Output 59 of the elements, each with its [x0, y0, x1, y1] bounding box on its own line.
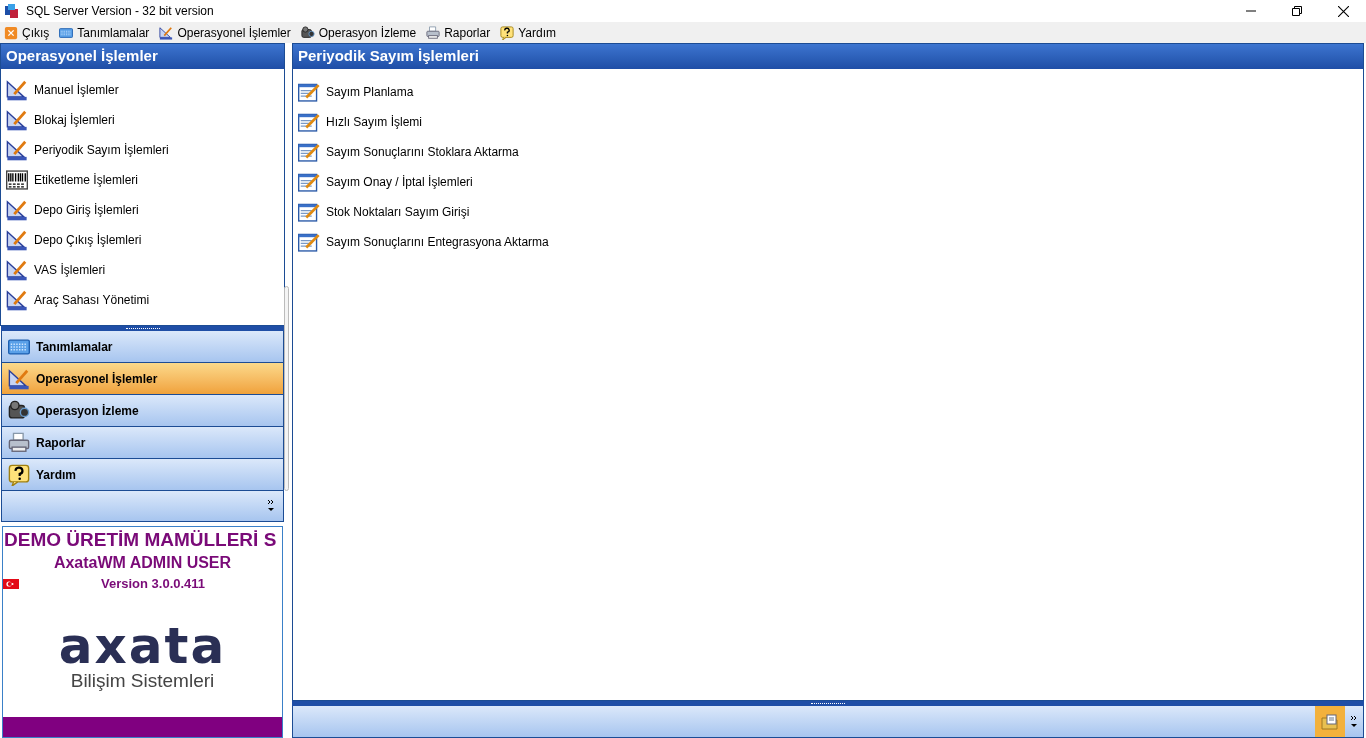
menu-item[interactable]: Tanımlamalar [59, 23, 150, 42]
chevron-icon [1350, 714, 1358, 729]
logo-subtitle: Bilişim Sistemleri [70, 669, 215, 693]
nav-button[interactable]: Operasyonel İşlemler [2, 363, 283, 395]
keyboard-icon [59, 25, 74, 40]
menu-item[interactable]: Yardım [500, 23, 556, 42]
task-link[interactable]: Sayım Sonuçlarını Entegrasyona Aktarma [298, 231, 1363, 253]
task-link[interactable]: Manuel İşlemler [6, 79, 284, 101]
menu-item[interactable]: Çıkış [4, 23, 50, 42]
nav-button[interactable]: Yardım [2, 459, 283, 491]
company-logo: axata [58, 623, 227, 669]
task-link[interactable]: Blokaj İşlemleri [6, 109, 284, 131]
barcode-icon [6, 169, 28, 191]
nav-button[interactable]: Tanımlamalar [2, 331, 283, 363]
edit-document-icon [298, 171, 320, 193]
edit-document-icon [298, 111, 320, 133]
camera-icon [300, 25, 315, 40]
edit-document-icon [298, 231, 320, 253]
chevron-icon [267, 499, 275, 513]
nav-button[interactable]: Operasyon İzleme [2, 395, 283, 427]
edit-document-icon [298, 201, 320, 223]
task-link[interactable]: Depo Giriş İşlemleri [6, 199, 284, 221]
splitter-handle[interactable] [292, 701, 1364, 706]
edit-document-icon [298, 141, 320, 163]
printer-icon [8, 431, 30, 454]
task-link[interactable]: Sayım Sonuçlarını Stoklara Aktarma [298, 141, 1363, 163]
scrollbar-thumb[interactable] [284, 286, 289, 491]
task-link[interactable]: Hızlı Sayım İşlemi [298, 111, 1363, 133]
task-link[interactable]: Periyodik Sayım İşlemleri [6, 139, 284, 161]
nav-button[interactable]: Raporlar [2, 427, 283, 459]
task-link[interactable]: Stok Noktaları Sayım Girişi [298, 201, 1363, 223]
folder-icon [1321, 713, 1339, 730]
overflow-button[interactable] [265, 498, 277, 514]
version-label: Version 3.0.0.411 [101, 575, 206, 594]
task-link[interactable]: Sayım Onay / İptal İşlemleri [298, 171, 1363, 193]
window-title: SQL Server Version - 32 bit version [26, 3, 214, 20]
panel-header: Periyodik Sayım İşlemleri [293, 44, 1363, 69]
close-icon [1337, 5, 1349, 17]
app-icon [4, 3, 20, 19]
task-link[interactable]: Depo Çıkış İşlemleri [6, 229, 284, 251]
exit-icon [4, 25, 18, 40]
help-icon [8, 463, 30, 486]
camera-icon [8, 399, 30, 422]
task-link[interactable]: Sayım Planlama [298, 81, 1363, 103]
company-name: DEMO ÜRETİM MAMÜLLERİ S [3, 528, 278, 552]
panel-header: Operasyonel İşlemler [1, 44, 284, 69]
printer-icon [426, 25, 441, 40]
user-name: AxataWM ADMIN USER [52, 553, 233, 573]
edit-document-icon [298, 81, 320, 103]
help-icon [500, 25, 515, 40]
menu-item[interactable]: Operasyon İzleme [300, 23, 417, 42]
menu-item[interactable]: Operasyonel İşlemler [159, 23, 291, 42]
flag-icon [3, 579, 19, 589]
splitter-handle[interactable] [1, 326, 284, 331]
menu-item[interactable]: Raporlar [426, 23, 491, 42]
restore-icon [1292, 6, 1302, 16]
task-link[interactable]: VAS İşlemleri [6, 259, 284, 281]
task-link[interactable]: Araç Sahası Yönetimi [6, 289, 284, 311]
task-link[interactable]: Etiketleme İşlemleri [6, 169, 284, 191]
